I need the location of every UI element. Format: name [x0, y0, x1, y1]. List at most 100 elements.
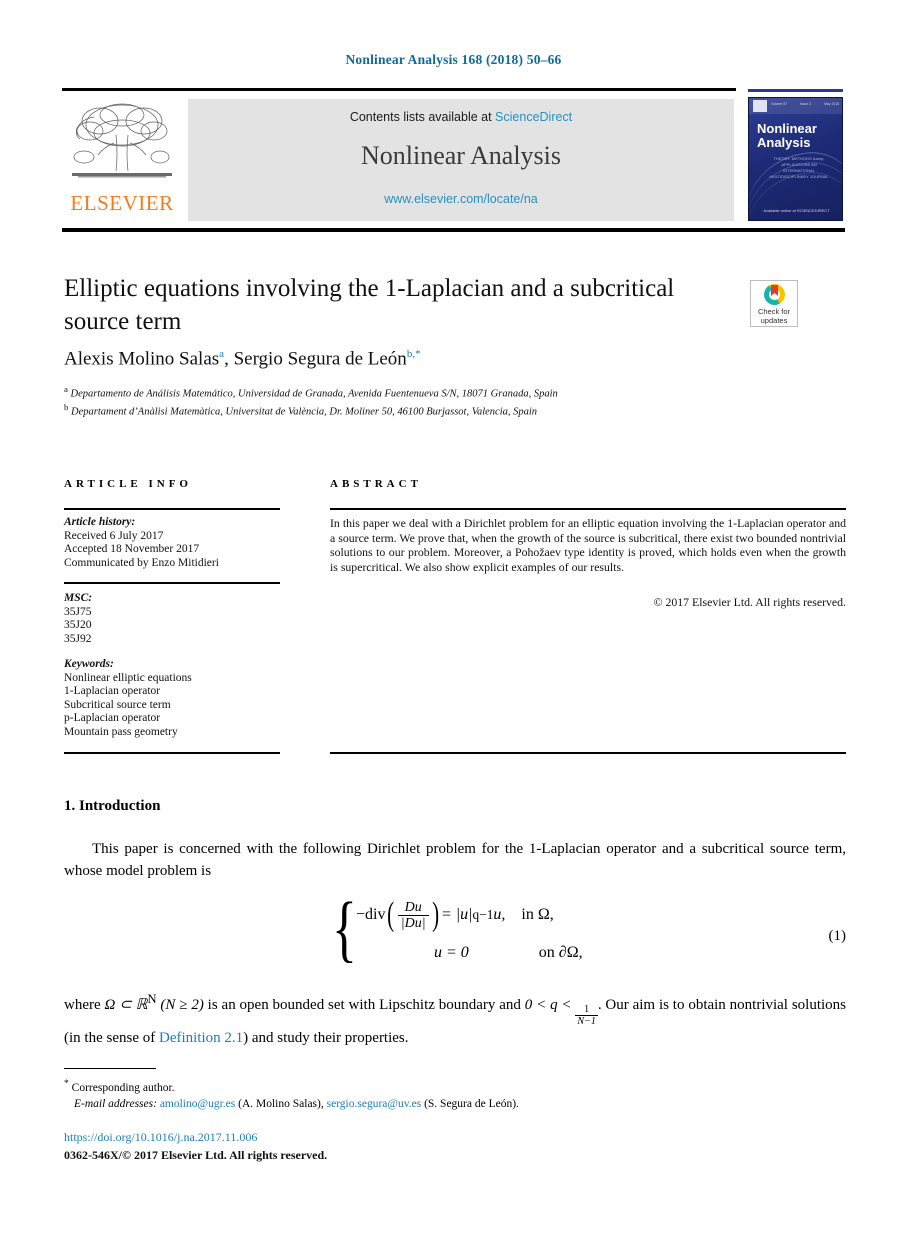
- header-rule-top: [62, 88, 736, 91]
- cover-issue: Issue 3: [800, 102, 812, 106]
- sciencedirect-banner: Contents lists available at ScienceDirec…: [188, 99, 734, 221]
- author-marker-2[interactable]: b,*: [407, 348, 421, 360]
- msc-code-1: 35J75: [64, 605, 92, 618]
- para2-q-fraction-numerator: 1: [584, 1004, 590, 1015]
- crossmark-ring-icon: [763, 284, 785, 305]
- article-first-page: Nonlinear Analysis 168 (2018) 50–66 ELSE…: [0, 0, 907, 1238]
- cover-issue-line: Volume 57 Issue 3 May 2018: [771, 102, 839, 106]
- intro-paragraph-2: where Ω ⊂ ℝN (N ≥ 2) is an open bounded …: [64, 988, 846, 1050]
- para2-omega-exponent: N: [147, 992, 157, 1006]
- cover-title-line2: Analysis: [757, 135, 811, 150]
- article-history-label: Article history:: [64, 516, 136, 528]
- email-owner-1: (A. Molino Salas),: [238, 1097, 324, 1110]
- corresponding-author-marker: *: [64, 1078, 69, 1089]
- msc-code-2: 35J20: [64, 619, 92, 631]
- article-info-heading: ARTICLE INFO: [64, 478, 192, 490]
- email-addresses-label: E-mail addresses:: [74, 1097, 157, 1110]
- para2-q-condition: 0 < q <: [524, 997, 576, 1013]
- abstract-copyright: © 2017 Elsevier Ltd. All rights reserved…: [653, 595, 846, 609]
- equation-domain-2: on ∂Ω,: [538, 944, 583, 961]
- page-title: Elliptic equations involving the 1-Lapla…: [64, 275, 675, 335]
- affiliation-a: a Departamento de Análisis Matemático, U…: [64, 383, 744, 401]
- para2-q-fraction-denominator: N−1: [575, 1015, 598, 1027]
- info-rule-3: [64, 752, 280, 754]
- keyword-item: 1-Laplacian operator: [64, 685, 161, 697]
- cover-title: Nonlinear Analysis: [757, 122, 837, 150]
- para2-omega: Ω ⊂ ℝ: [104, 997, 148, 1013]
- cover-footer: Available online at SCIENCEDIRECT: [763, 208, 830, 213]
- affiliation-b: b Departament d’Anàlisi Matemàtica, Univ…: [64, 401, 744, 419]
- header-rule-top-blue: [748, 89, 843, 92]
- crossmark-label-line2: updates: [760, 316, 788, 325]
- intro-paragraph-1: This paper is concerned with the followi…: [64, 841, 846, 879]
- equation-div-operator: −div: [356, 906, 386, 923]
- abstract-text: In this paper we deal with a Dirichlet p…: [330, 516, 846, 574]
- keyword-item: Nonlinear elliptic equations: [64, 671, 192, 684]
- elsevier-logo: ELSEVIER: [64, 99, 180, 221]
- keywords-label: Keywords:: [64, 658, 114, 670]
- article-history-received: Received 6 July 2017: [64, 529, 164, 542]
- issn-copyright-line: 0362-546X/© 2017 Elsevier Ltd. All right…: [64, 1148, 328, 1162]
- abstract-rule-2: [330, 752, 846, 754]
- para2-pre: where: [64, 997, 105, 1013]
- author-name-2: Sergio Segura de León: [233, 348, 407, 370]
- email-link-2[interactable]: sergio.segura@uv.es: [327, 1098, 422, 1110]
- article-history-block: Article history: Received 6 July 2017 Ac…: [64, 516, 294, 570]
- para2-q-fraction: 1 N−1: [575, 1004, 598, 1027]
- elsevier-tree-icon: [72, 103, 172, 178]
- abstract-rule-1: [330, 508, 846, 510]
- affiliation-list: a Departamento de Análisis Matemático, U…: [64, 383, 744, 418]
- header-rule-bottom: [62, 228, 845, 232]
- email-note: E-mail addresses: amolino@ugr.es (A. Mol…: [64, 1096, 846, 1112]
- equation-boundary-lhs: u = 0: [434, 944, 469, 961]
- keyword-item: p-Laplacian operator: [64, 712, 161, 724]
- doi-link[interactable]: https://doi.org/10.1016/j.na.2017.11.006: [64, 1130, 257, 1145]
- crossmark-label-line1: Check for: [757, 307, 791, 316]
- definition-link[interactable]: Definition 2.1: [159, 1030, 243, 1046]
- msc-block: MSC: 35J75 35J20 35J92: [64, 592, 294, 646]
- running-head: Nonlinear Analysis 168 (2018) 50–66: [345, 52, 562, 67]
- crossmark-badge[interactable]: Check for updates: [750, 280, 798, 327]
- elsevier-wordmark: ELSEVIER: [70, 191, 174, 215]
- email-link-1[interactable]: amolino@ugr.es: [160, 1098, 235, 1110]
- equation-fraction-denominator: |Du|: [397, 914, 429, 931]
- cover-elsevier-mark: [753, 100, 767, 112]
- article-history-communicated: Communicated by Enzo Mitidieri: [64, 556, 219, 569]
- equation-rhs-exponent: q−1: [472, 907, 494, 922]
- equation-rows: −div ( Du |Du| ) = |u| q−1 u, in Ω, u = 0 …: [356, 896, 776, 972]
- corresponding-author-text: Corresponding author.: [71, 1081, 175, 1094]
- equation-number: (1): [828, 928, 847, 944]
- info-rule-1: [64, 508, 280, 510]
- footnote-block: * Corresponding author. E-mail addresses…: [64, 1076, 846, 1112]
- journal-cover-thumbnail: Volume 57 Issue 3 May 2018 Nonlinear Ana…: [748, 97, 843, 221]
- equation-fraction-numerator: Du: [404, 899, 422, 915]
- author-name-1: Alexis Molino Salas: [64, 348, 220, 370]
- sciencedirect-link[interactable]: ScienceDirect: [495, 110, 572, 124]
- crossmark-bookmark-icon: [771, 285, 778, 296]
- article-history-accepted: Accepted 18 November 2017: [64, 543, 200, 555]
- equation-brace: {: [332, 888, 357, 970]
- equation-paren-close: ): [431, 896, 439, 933]
- affiliation-text-b: Departament d’Anàlisi Matemàtica, Univer…: [71, 406, 538, 417]
- abstract-heading: ABSTRACT: [330, 478, 422, 490]
- cover-volume: Volume 57: [771, 102, 788, 106]
- keywords-block: Keywords: Nonlinear elliptic equations 1…: [64, 658, 294, 739]
- affiliation-marker-b: b: [64, 401, 69, 412]
- cover-title-line1: Nonlinear: [757, 121, 817, 136]
- msc-label: MSC:: [64, 592, 93, 604]
- author-separator: ,: [224, 348, 234, 370]
- crossmark-label: Check for updates: [751, 307, 797, 325]
- affiliation-text-a: Departamento de Análisis Matemático, Uni…: [70, 388, 558, 400]
- journal-homepage-link[interactable]: www.elsevier.com/locate/na: [188, 192, 734, 206]
- display-equation-1: { −div ( Du |Du| ) = |u| q−1 u, in Ω, u = …: [64, 892, 846, 976]
- equation-row-1: −div ( Du |Du| ) = |u| q−1 u, in Ω,: [356, 896, 776, 934]
- section-heading-introduction: 1. Introduction: [64, 798, 161, 814]
- para2-end: ) and study their properties.: [243, 1030, 409, 1046]
- cover-date: May 2018: [824, 102, 839, 106]
- equation-paren-open: (: [387, 896, 395, 933]
- para2-dimension-condition: (N ≥ 2): [160, 997, 204, 1013]
- corresponding-author-note: * Corresponding author.: [64, 1076, 846, 1096]
- keyword-item: Mountain pass geometry: [64, 725, 178, 738]
- journal-title: Nonlinear Analysis: [360, 141, 562, 170]
- equation-rhs-tail: u,: [493, 906, 506, 923]
